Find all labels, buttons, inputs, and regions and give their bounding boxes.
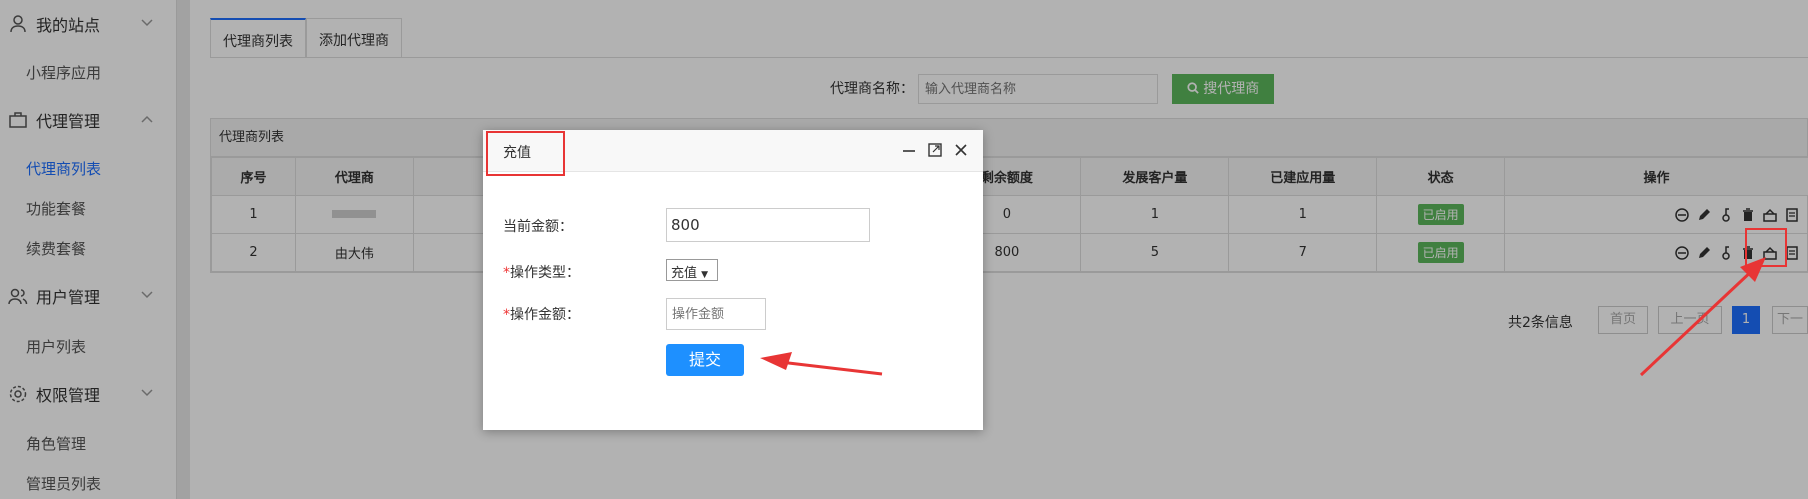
op-type-select[interactable]: 充值 ▼ (666, 259, 718, 281)
minimize-icon[interactable] (901, 142, 917, 158)
required-mark: * (503, 265, 510, 281)
required-mark: * (503, 307, 510, 323)
annotation-recharge-highlight (1745, 228, 1787, 267)
annotation-title-highlight (486, 131, 565, 176)
maximize-icon[interactable] (927, 142, 943, 158)
current-amount-label: 当前金额： (503, 219, 573, 235)
current-amount-field: 800 (666, 208, 870, 242)
op-amount-label: *操作金额： (503, 307, 580, 323)
submit-button[interactable]: 提交 (666, 344, 744, 376)
op-amount-input[interactable] (666, 298, 766, 330)
close-icon[interactable] (953, 142, 969, 158)
op-type-label: *操作类型： (503, 265, 580, 281)
dropdown-arrow-icon: ▼ (701, 270, 709, 280)
